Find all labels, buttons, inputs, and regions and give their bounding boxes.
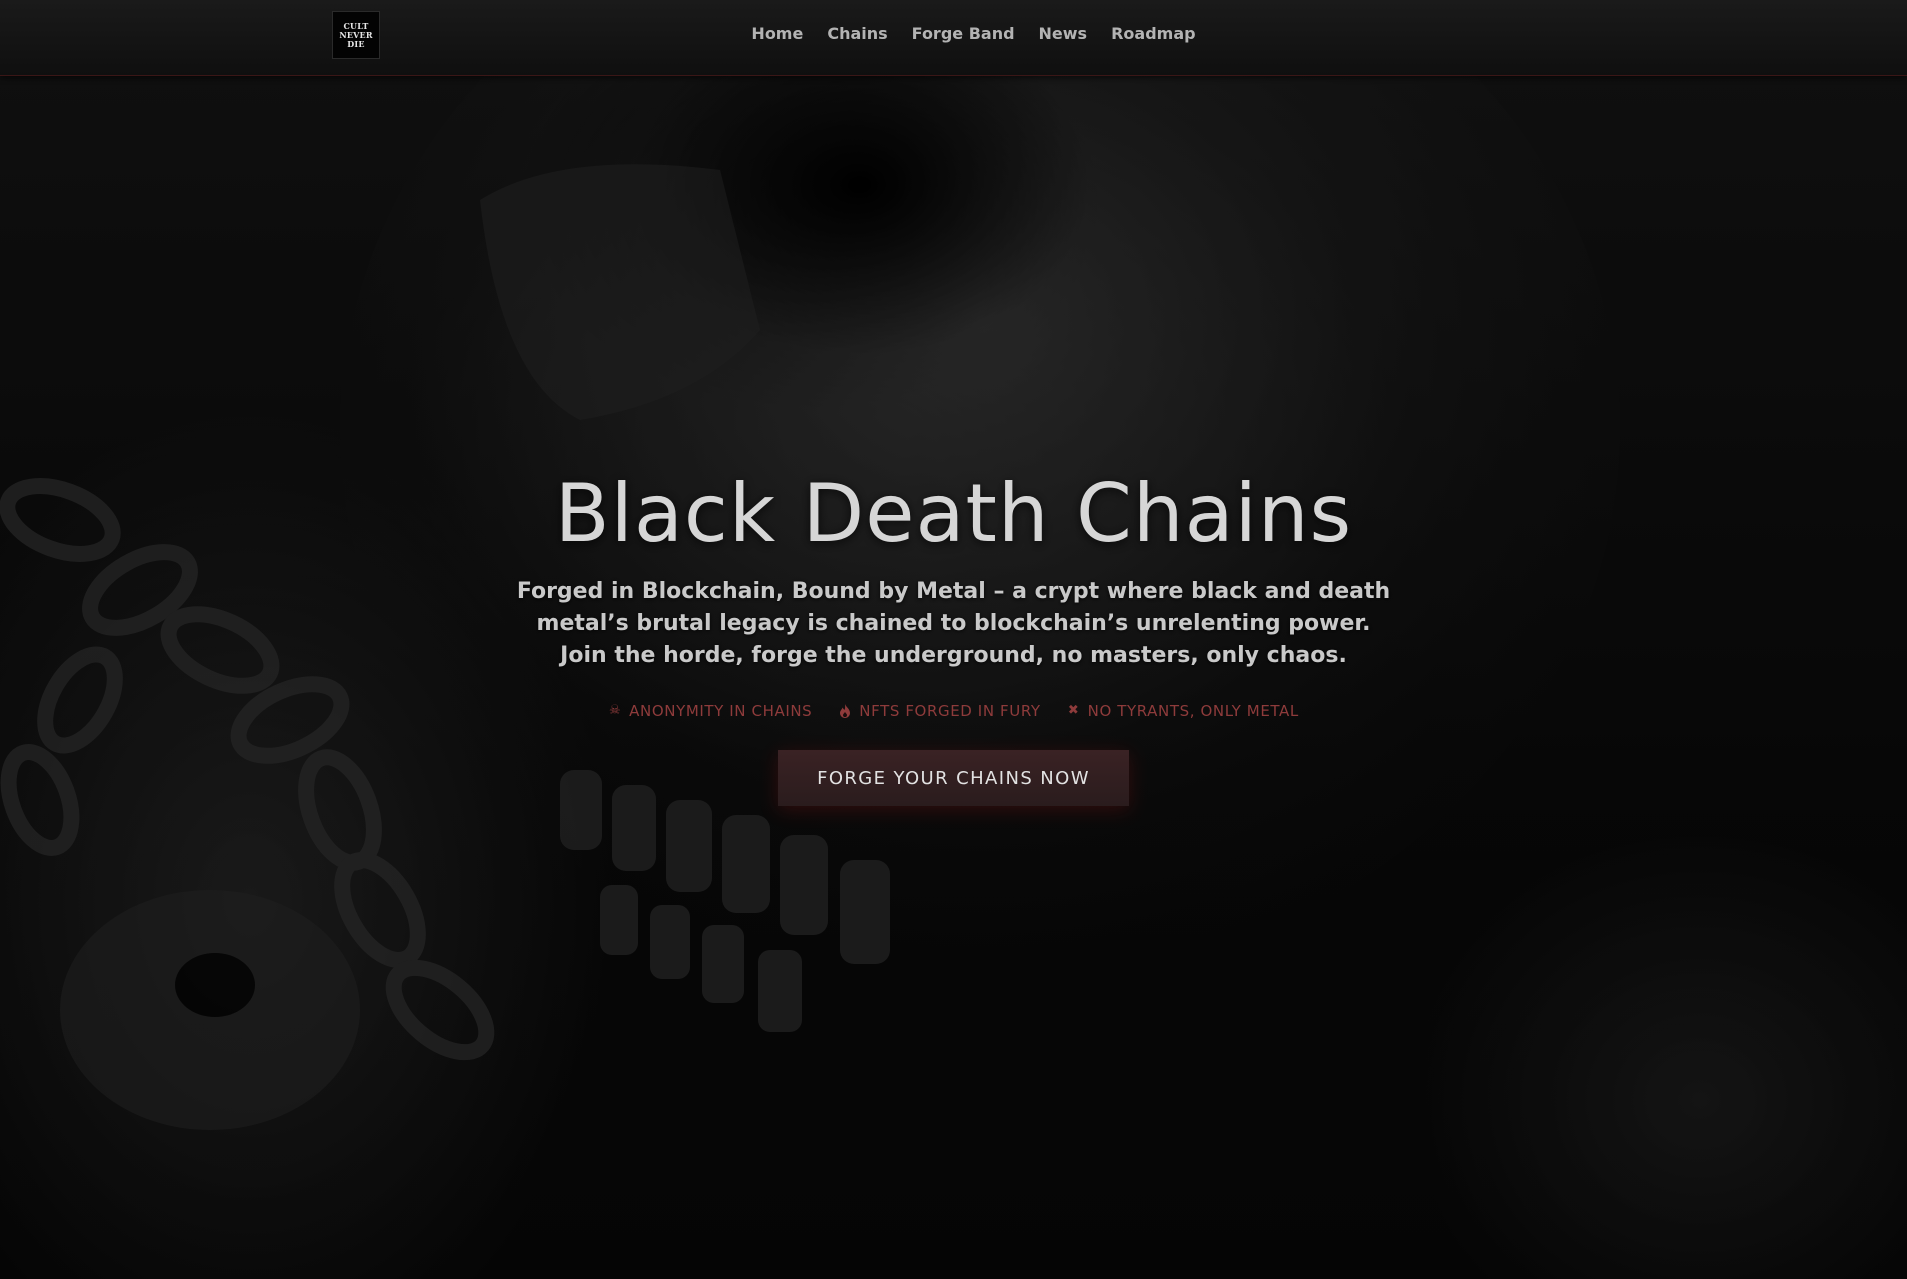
feature-label: NFTS FORGED IN FURY <box>859 702 1041 720</box>
feature-label: ANONYMITY IN CHAINS <box>629 702 813 720</box>
cross-icon: ✖ <box>1067 703 1080 718</box>
feature-nfts: NFTS FORGED IN FURY <box>838 702 1040 720</box>
page: CULT NEVER DIE Home Chains Forge Band Ne… <box>0 0 1907 1279</box>
site-header: CULT NEVER DIE Home Chains Forge Band Ne… <box>0 0 1907 76</box>
nav-chains-link[interactable]: Chains <box>827 22 887 46</box>
feature-label: NO TYRANTS, ONLY METAL <box>1087 702 1299 720</box>
flame-icon-svg <box>840 704 851 718</box>
skull-crossbones-icon: ☠ <box>609 703 622 718</box>
flame-icon <box>838 704 852 718</box>
nav-news-link[interactable]: News <box>1039 22 1088 46</box>
main-nav: Home Chains Forge Band News Roadmap <box>0 22 1907 46</box>
nav-roadmap-link[interactable]: Roadmap <box>1111 22 1195 46</box>
feature-list: ☠ ANONYMITY IN CHAINS NFTS FORGED IN FUR… <box>0 702 1907 720</box>
nav-home-link[interactable]: Home <box>751 22 803 46</box>
hero-subtitle: Forged in Blockchain, Bound by Metal – a… <box>516 579 1391 668</box>
feature-anonymity: ☠ ANONYMITY IN CHAINS <box>608 702 812 720</box>
hero-section: Black Death Chains Forged in Blockchain,… <box>0 460 1907 806</box>
forge-chains-cta-button[interactable]: FORGE YOUR CHAINS NOW <box>778 750 1129 806</box>
nav-forge-band-link[interactable]: Forge Band <box>912 22 1015 46</box>
hero-title: Black Death Chains <box>554 467 1353 560</box>
feature-no-tyrants: ✖ NO TYRANTS, ONLY METAL <box>1067 702 1299 720</box>
